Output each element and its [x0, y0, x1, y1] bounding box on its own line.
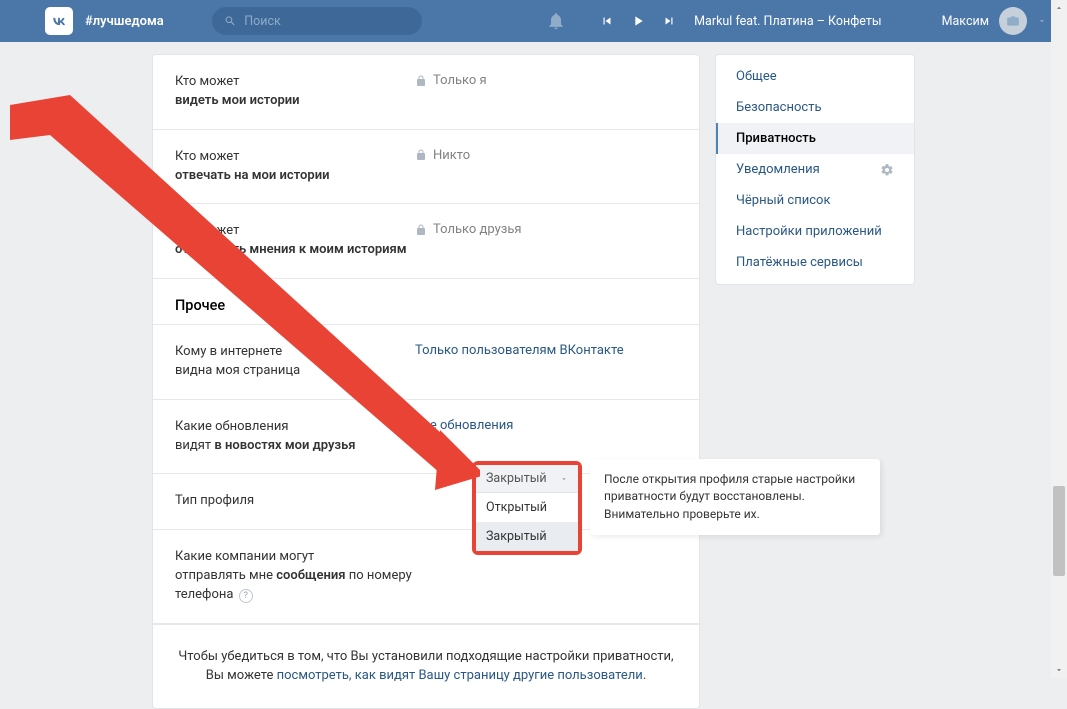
- sidebar-item-security[interactable]: Безопасность: [716, 92, 914, 123]
- preview-link[interactable]: посмотреть, как видят Вашу страницу друг…: [277, 668, 643, 683]
- settings-panel: Кто можетвидеть мои истории Только я Кто…: [152, 54, 700, 709]
- lock-icon: [415, 75, 427, 87]
- setting-label: Кто можетотправлять мнения к моим истори…: [175, 222, 415, 260]
- player-controls: [600, 13, 676, 29]
- settings-sidebar: Общее Безопасность Приватность Уведомлен…: [715, 54, 915, 285]
- setting-value: Только друзья: [415, 222, 522, 237]
- avatar: [999, 7, 1027, 35]
- setting-row-companies[interactable]: Какие компании могут отправлять мне сооб…: [153, 530, 699, 624]
- setting-label: Какие компании могут отправлять мне сооб…: [175, 548, 415, 605]
- prev-track-icon[interactable]: [600, 14, 614, 28]
- hashtag[interactable]: #лучшедома: [85, 14, 164, 29]
- sidebar-item-apps[interactable]: Настройки приложений: [716, 216, 914, 247]
- caret-down-icon: [560, 475, 568, 483]
- sidebar-item-payments[interactable]: Платёжные сервисы: [716, 247, 914, 278]
- dropdown-option-open[interactable]: Открытый: [476, 493, 578, 522]
- dropdown-selected[interactable]: Закрытый: [476, 465, 578, 493]
- scrollbar-down-icon[interactable]: [1051, 662, 1067, 678]
- sidebar-item-blacklist[interactable]: Чёрный список: [716, 185, 914, 216]
- bell-icon[interactable]: [546, 11, 566, 31]
- user-block[interactable]: Максим: [942, 7, 1047, 35]
- dropdown-option-closed[interactable]: Закрытый: [476, 522, 578, 551]
- next-track-icon[interactable]: [662, 14, 676, 28]
- sidebar-item-notifications[interactable]: Уведомления: [716, 154, 914, 185]
- track-title[interactable]: Markul feat. Платина – Конфеты: [694, 14, 881, 29]
- section-title-other: Прочее: [153, 279, 699, 325]
- gear-icon[interactable]: [880, 163, 894, 177]
- setting-label: Кто можетвидеть мои истории: [175, 73, 415, 111]
- setting-value: Только я: [415, 73, 487, 88]
- setting-label: Тип профиля: [175, 492, 415, 511]
- scrollbar-thumb[interactable]: [1053, 486, 1065, 576]
- search-box[interactable]: [212, 7, 422, 35]
- setting-row-page-visibility[interactable]: Кому в интернетевидна моя страница Тольк…: [153, 325, 699, 400]
- setting-value: Только пользователям ВКонтакте: [415, 343, 624, 358]
- lock-icon: [415, 149, 427, 161]
- user-name: Максим: [942, 14, 989, 29]
- help-icon[interactable]: ?: [239, 589, 253, 603]
- play-icon[interactable]: [630, 13, 646, 29]
- sidebar-item-general[interactable]: Общее: [716, 61, 914, 92]
- topbar: #лучшедома Markul feat. Платина – Конфет…: [0, 0, 1067, 42]
- camera-icon: [1006, 14, 1020, 28]
- lock-icon: [415, 224, 427, 236]
- scrollbar-up-icon[interactable]: [1051, 0, 1067, 16]
- setting-label: Кому в интернетевидна моя страница: [175, 343, 415, 381]
- search-icon: [224, 14, 236, 28]
- footer-note: Чтобы убедиться в том, что Вы установили…: [153, 624, 699, 708]
- setting-label: Какие обновлениявидят в новостях мои дру…: [175, 418, 415, 456]
- profile-type-dropdown[interactable]: Закрытый Открытый Закрытый: [472, 461, 582, 555]
- tooltip: После открытия профиля старые настройки …: [590, 459, 880, 535]
- vk-logo[interactable]: [45, 7, 73, 35]
- setting-label: Кто можетотвечать на мои истории: [175, 148, 415, 186]
- search-input[interactable]: [244, 14, 410, 29]
- setting-row-stories-opinions[interactable]: Кто можетотправлять мнения к моим истори…: [153, 204, 699, 279]
- chevron-down-icon: [1037, 16, 1047, 26]
- sidebar-item-privacy[interactable]: Приватность: [716, 123, 914, 154]
- setting-row-stories-reply[interactable]: Кто можетотвечать на мои истории Никто: [153, 130, 699, 205]
- setting-row-stories-view[interactable]: Кто можетвидеть мои истории Только я: [153, 55, 699, 130]
- setting-value: Все обновления: [415, 418, 513, 433]
- setting-value: Никто: [415, 148, 470, 163]
- page-scrollbar[interactable]: [1051, 0, 1067, 678]
